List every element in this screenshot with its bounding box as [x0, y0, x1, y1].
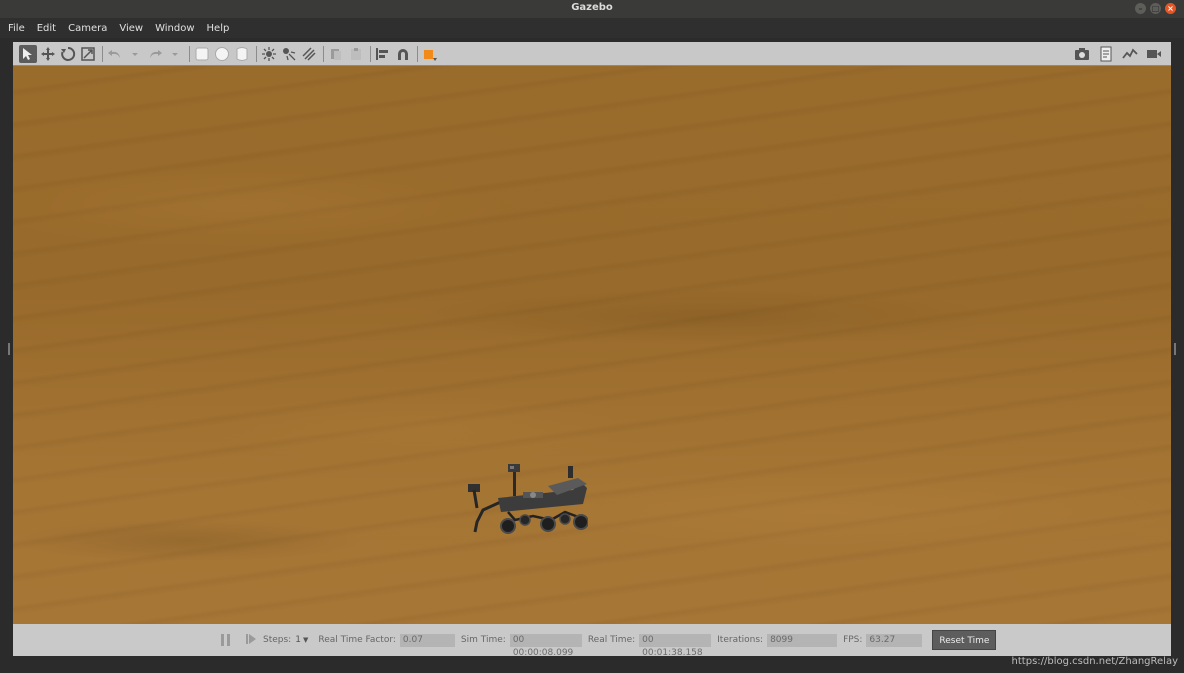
select-arrow-icon[interactable]	[19, 44, 37, 63]
directional-light-icon[interactable]	[300, 45, 318, 63]
steps-dropdown-icon[interactable]: ▼	[303, 636, 308, 644]
cylinder-shape-icon[interactable]	[233, 45, 251, 63]
point-light-icon[interactable]	[260, 45, 278, 63]
iterations-label: Iterations:	[717, 635, 764, 645]
menu-bar: File Edit Camera View Window Help	[0, 18, 1184, 38]
sim-time-label: Sim Time:	[460, 635, 506, 645]
sphere-shape-icon[interactable]	[213, 45, 231, 63]
rtf-label: Real Time Factor:	[318, 635, 396, 645]
menu-window[interactable]: Window	[155, 23, 194, 34]
record-video-icon[interactable]	[1145, 45, 1163, 63]
real-time-value: 00 00:01:38.158	[639, 633, 712, 658]
redo-dropdown-icon[interactable]	[166, 45, 184, 63]
pause-icon[interactable]	[221, 634, 233, 646]
undo-dropdown-icon[interactable]	[126, 45, 144, 63]
steps-value[interactable]: 1	[295, 635, 301, 645]
rotate-icon[interactable]	[59, 45, 77, 63]
screenshot-icon[interactable]	[1073, 45, 1091, 63]
menu-file[interactable]: File	[8, 23, 25, 34]
translate-icon[interactable]	[39, 45, 57, 63]
main-area: Steps: 1 ▼ Real Time Factor: 0.07 Sim Ti…	[13, 42, 1171, 658]
right-panel-handle[interactable]	[1174, 343, 1176, 355]
window-controls: – □ ×	[1135, 3, 1176, 14]
sim-controls: Steps: 1 ▼ Real Time Factor: 0.07 Sim Ti…	[221, 629, 997, 658]
iterations-value: 8099	[767, 633, 838, 647]
toolbar-separator	[102, 45, 103, 62]
undo-icon[interactable]	[106, 45, 124, 63]
paste-icon[interactable]	[347, 45, 365, 63]
real-time-label: Real Time:	[587, 635, 636, 645]
spot-light-icon[interactable]	[280, 45, 298, 63]
fps-value: 63.27	[866, 633, 923, 647]
view-angle-icon[interactable]	[421, 45, 439, 63]
scene-viewport[interactable]	[13, 66, 1171, 624]
rover-model[interactable]	[453, 462, 588, 537]
minimize-icon[interactable]: –	[1135, 3, 1146, 14]
reset-time-button[interactable]: Reset Time	[932, 630, 997, 650]
toolbar-separator	[256, 45, 257, 62]
steps-label: Steps:	[263, 635, 292, 645]
fps-label: FPS:	[843, 635, 863, 645]
toolbar-separator	[189, 45, 190, 62]
toolbar-separator	[323, 45, 324, 62]
watermark: https://blog.csdn.net/ZhangRelay	[1011, 656, 1178, 667]
window-title: Gazebo	[571, 2, 613, 13]
toolbar-separator	[417, 45, 418, 62]
scale-icon[interactable]	[79, 45, 97, 63]
snap-icon[interactable]	[394, 45, 412, 63]
menu-edit[interactable]: Edit	[37, 23, 56, 34]
status-bar: Steps: 1 ▼ Real Time Factor: 0.07 Sim Ti…	[13, 624, 1171, 658]
toolbar	[13, 42, 1171, 66]
align-icon[interactable]	[374, 45, 392, 63]
close-icon[interactable]: ×	[1165, 3, 1176, 14]
step-icon[interactable]	[245, 633, 257, 648]
toolbar-right	[1073, 45, 1165, 63]
log-icon[interactable]	[1097, 45, 1115, 63]
menu-view[interactable]: View	[119, 23, 143, 34]
plot-icon[interactable]	[1121, 45, 1139, 63]
box-shape-icon[interactable]	[193, 45, 211, 63]
rtf-value: 0.07	[399, 633, 455, 647]
left-panel-handle[interactable]	[8, 343, 10, 355]
menu-camera[interactable]: Camera	[68, 23, 107, 34]
copy-icon[interactable]	[327, 45, 345, 63]
toolbar-separator	[370, 45, 371, 62]
menu-help[interactable]: Help	[207, 23, 230, 34]
title-bar: Gazebo – □ ×	[0, 0, 1184, 18]
maximize-icon[interactable]: □	[1150, 3, 1161, 14]
sim-time-value: 00 00:00:08.099	[509, 633, 582, 658]
redo-icon[interactable]	[146, 45, 164, 63]
